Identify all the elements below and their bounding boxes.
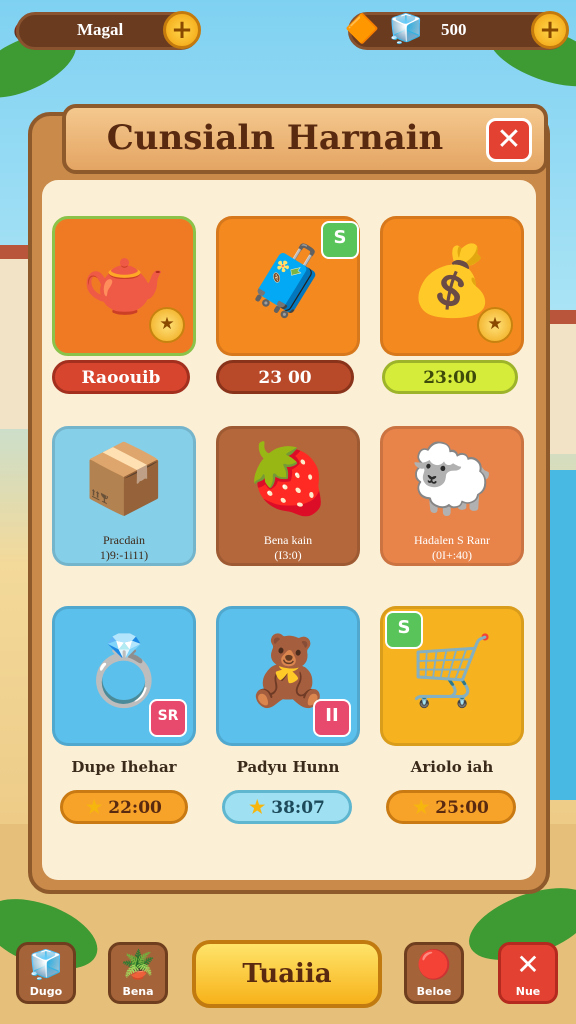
blue-box-icon: 📦 [81, 440, 167, 519]
price-value: 38:07 [271, 798, 325, 818]
shop-item-blue-box[interactable]: 📦 Pracdain 1)9:-1i11) [52, 426, 196, 566]
bottom-label: Nue [515, 985, 541, 998]
plant-pot-icon: 🪴 [120, 948, 156, 981]
sale-tag-icon: SR [149, 699, 187, 737]
shop-item-wooden-chest[interactable]: 🧳 S [216, 216, 360, 356]
shop-item-sheep[interactable]: 🐑 Hadalen S Ranr (0I+:40) [380, 426, 524, 566]
item-name: Hadalen S Ranr [414, 533, 490, 547]
shop-item-ring-chest[interactable]: 💍 SR [52, 606, 196, 746]
hud-right-value: 500 [441, 20, 467, 39]
hud-resource-left: Magal + [16, 11, 201, 50]
coin-icon: ★ [477, 307, 513, 343]
bottom-button-beloe[interactable]: 🔴 Beloe [404, 942, 464, 1004]
dialog-header: Cunsialn Harnain ✕ [62, 104, 548, 174]
price-button-wooden-chest[interactable]: 23 00 [216, 360, 354, 394]
bottom-label: Bena [122, 985, 154, 998]
sale-tag-icon: II [313, 699, 351, 737]
bottom-button-bena[interactable]: 🪴 Bena [108, 942, 168, 1004]
red-orb-icon: 🔴 [416, 948, 452, 981]
cube-icon: 🧊 [28, 948, 64, 981]
bottom-label: Beloe [416, 985, 452, 998]
star-icon: ★ [86, 797, 103, 818]
background-house-right [546, 310, 576, 454]
sale-tag-icon: S [321, 221, 359, 259]
price-button-teapot[interactable]: Raoouib [52, 360, 190, 394]
item-name: Pracdain [103, 533, 145, 547]
add-resource-right-button[interactable]: + [531, 11, 569, 49]
price-button-cart[interactable]: ★ 25:00 [386, 790, 516, 824]
bottom-button-close[interactable]: ✕ Nue [498, 942, 558, 1004]
price-value: 25:00 [435, 798, 489, 818]
price-value: 22:00 [108, 798, 162, 818]
star-icon: ★ [413, 797, 430, 818]
shop-item-teapot[interactable]: 🫖 ★ [52, 216, 196, 356]
item-timer: (I3:0) [274, 548, 302, 562]
close-button[interactable]: ✕ [486, 118, 532, 162]
item-label: Dupe Ihehar [71, 758, 177, 776]
main-action-button[interactable]: Tuaiia [192, 940, 382, 1008]
shop-item-bear-chest[interactable]: 🧸 II [216, 606, 360, 746]
item-timer: (0I+:40) [431, 548, 473, 562]
hud-left-value: Magal [77, 20, 124, 39]
star-icon: ★ [249, 797, 266, 818]
dialog-title: Cunsialn Harnain [106, 118, 444, 158]
price-button-gold-chest[interactable]: 23:00 [382, 360, 518, 394]
price-button-bear-chest[interactable]: ★ 38:07 [222, 790, 352, 824]
item-timer: 1)9:-1i11) [99, 548, 149, 562]
shop-item-cart[interactable]: 🛒 S [380, 606, 524, 746]
add-resource-left-button[interactable]: + [163, 11, 201, 49]
sale-tag-icon: S [385, 611, 423, 649]
coin-icon: ★ [149, 307, 185, 343]
blue-gem-icon: 🧊 [388, 11, 424, 45]
bottom-button-dugo[interactable]: 🧊 Dugo [16, 942, 76, 1004]
shop-item-fruit-basket[interactable]: 🍓 Bena kain (I3:0) [216, 426, 360, 566]
fruit-basket-icon: 🍓 [245, 440, 331, 519]
bottom-label: Dugo [29, 985, 63, 998]
gold-nugget-icon: 🔶 [344, 11, 380, 45]
close-icon: ✕ [516, 948, 540, 981]
sheep-icon: 🐑 [409, 440, 495, 519]
price-button-ring-chest[interactable]: ★ 22:00 [60, 790, 188, 824]
item-name: Bena kain [263, 533, 313, 547]
item-label: Ariolo iah [410, 758, 494, 776]
shop-item-gold-chest[interactable]: 💰 ★ [380, 216, 524, 356]
item-label: Padyu Hunn [236, 758, 340, 776]
